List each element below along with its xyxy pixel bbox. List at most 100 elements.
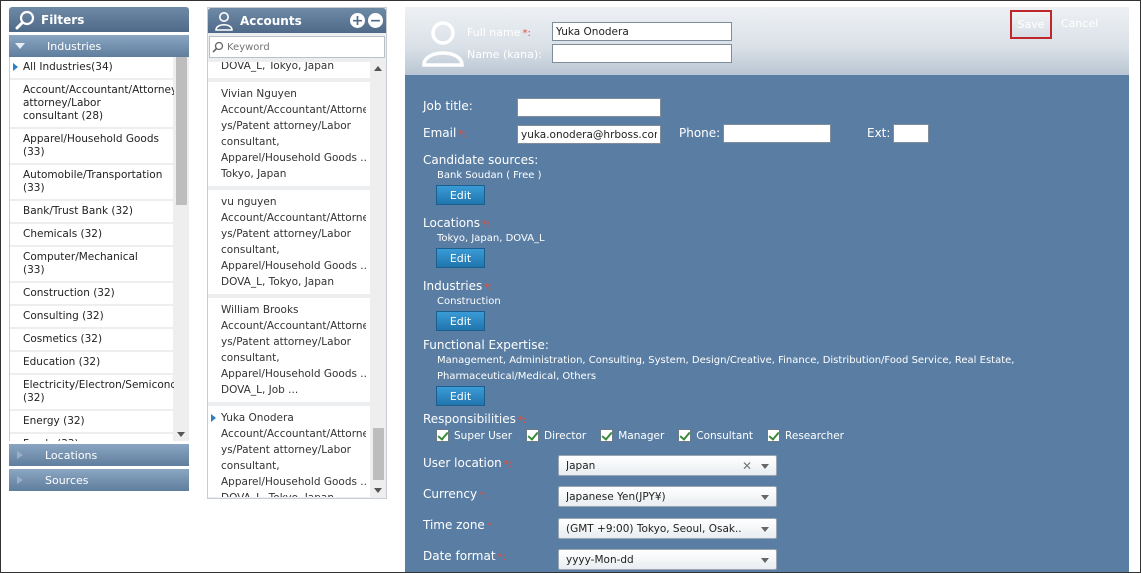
account-detail-line: Apparel/Household Goods ... (221, 152, 366, 164)
industry-item[interactable]: Cosmetics (32) (10, 329, 173, 352)
functional-expertise-value-2: Pharmaceutical/Medical, Others (437, 371, 597, 382)
account-list-item[interactable]: vu nguyen Account/Accountant/Attorne ys/Pa… (208, 190, 370, 294)
user-location-select[interactable]: Japan ✕ (558, 455, 777, 476)
scroll-down-icon[interactable] (374, 488, 382, 493)
save-button[interactable]: Save (1010, 10, 1052, 39)
email-input[interactable] (517, 125, 661, 144)
responsibility-checkbox[interactable]: Researcher (767, 429, 844, 442)
email-label-text: Email (423, 126, 457, 140)
account-detail-line: Account/Accountant/Attorne (221, 212, 366, 224)
industry-item[interactable]: Computer/Mechanical (33) (10, 247, 173, 283)
remove-account-icon[interactable]: − (368, 13, 383, 28)
responsibility-checkbox[interactable]: Director (526, 429, 586, 442)
search-icon (212, 41, 224, 53)
scroll-down-icon[interactable] (177, 432, 185, 437)
user-location-value: Japan (566, 459, 596, 472)
account-scrollbar[interactable] (371, 62, 386, 497)
industry-item[interactable]: Automobile/Transportation (33) (10, 165, 173, 201)
account-detail-line: DOVA_L, Tokyo, Japan (221, 62, 334, 72)
industry-item[interactable]: Construction (32) (10, 283, 173, 306)
checkmark-icon[interactable] (600, 429, 614, 442)
responsibility-checkbox[interactable]: Manager (600, 429, 664, 442)
checkmark-icon[interactable] (678, 429, 692, 442)
account-detail-line: Tokyo, Japan (221, 168, 287, 180)
account-detail-line: DOVA_L, Tokyo, Japan (221, 490, 366, 497)
scroll-thumb[interactable] (176, 57, 187, 205)
edit-functional-expertise-button[interactable]: Edit (436, 386, 485, 406)
chevron-down-icon (761, 527, 769, 532)
job-title-input[interactable] (517, 98, 661, 117)
section-sources[interactable]: Sources (9, 469, 189, 491)
responsibilities-group: Super User Director Manager Consultant Resea… (436, 429, 858, 442)
kana-label: Name (kana): (467, 48, 542, 61)
ext-input[interactable] (893, 124, 929, 143)
checkmark-icon[interactable] (526, 429, 540, 442)
industry-item[interactable]: Electricity/Electron/Semiconductor (32) (10, 375, 189, 411)
industry-list: All Industries(34) Account/Accountant/Att… (9, 57, 189, 441)
account-detail-line: ys/Patent attorney/Labor (221, 120, 351, 132)
accounts-title: Accounts (240, 13, 302, 28)
chevron-down-icon (761, 558, 769, 563)
responsibility-checkbox[interactable]: Consultant (678, 429, 753, 442)
account-detail-line: Account/Accountant/Attorne (221, 320, 366, 332)
industries-value: Construction (437, 296, 501, 307)
account-detail-line: Account/Accountant/Attorne (221, 104, 366, 116)
industry-item[interactable]: Bank/Trust Bank (32) (10, 201, 173, 224)
filters-header: Filters (9, 7, 189, 32)
section-sources-label: Sources (45, 473, 89, 487)
checkmark-icon[interactable] (436, 429, 449, 442)
account-list-item[interactable]: Vivian Nguyen Account/Accountant/Attorne y… (208, 82, 370, 186)
date-format-label-text: Date format (423, 549, 496, 563)
keyword-input[interactable] (227, 41, 377, 53)
filters-panel: Filters Industries All Industries(34) Acc… (9, 7, 189, 502)
responsibility-label: Director (544, 429, 587, 442)
detail-form: Job title: Email*: Phone: Ext: Candidate… (405, 75, 1129, 573)
section-locations[interactable]: Locations (9, 444, 189, 466)
edit-industries-button[interactable]: Edit (436, 311, 485, 331)
section-industries[interactable]: Industries (9, 35, 189, 57)
edit-candidate-sources-button[interactable]: Edit (436, 185, 485, 205)
account-detail-line: consultant, (221, 460, 280, 472)
account-detail-line: Apparel/Household Goods ... (221, 368, 366, 380)
responsibilities-label: Responsibilities *: (423, 412, 527, 426)
industry-item[interactable]: Apparel/Household Goods (33) (10, 129, 173, 165)
account-list-item[interactable]: Yuka Onodera Account/Accountant/Attorne ys… (208, 406, 370, 497)
responsibilities-label-text: Responsibilities (423, 412, 516, 426)
account-name: Vivian Nguyen (221, 88, 297, 100)
responsibility-checkbox[interactable]: Super User (436, 429, 512, 442)
user-location-label: User location *: (423, 456, 513, 470)
checkmark-icon[interactable] (767, 429, 781, 442)
phone-input[interactable] (723, 124, 831, 143)
full-name-input[interactable] (552, 22, 732, 41)
account-list-item[interactable]: William Brooks Account/Accountant/Attorne… (208, 298, 370, 402)
account-list-item[interactable]: DOVA_L, Tokyo, Japan (208, 62, 370, 78)
industry-item[interactable]: Account/Accountant/Attorneys/Patent atto… (10, 80, 189, 129)
responsibility-label: Manager (618, 429, 665, 442)
industry-item[interactable]: Foods (33) (10, 434, 173, 441)
locations-value: Tokyo, Japan, DOVA_L (437, 233, 545, 244)
account-detail-line: consultant, (221, 352, 280, 364)
date-format-label: Date format *: (423, 549, 506, 563)
industry-item[interactable]: Energy (32) (10, 411, 173, 434)
industry-item[interactable]: Education (32) (10, 352, 173, 375)
industry-item[interactable]: All Industries(34) (10, 57, 173, 80)
kana-input[interactable] (552, 44, 732, 63)
industry-scrollbar[interactable] (174, 57, 189, 441)
cancel-button[interactable]: Cancel (1061, 17, 1098, 30)
date-format-select[interactable]: yyyy-Mon-dd (558, 549, 777, 570)
add-account-icon[interactable]: + (350, 13, 365, 28)
account-name: Yuka Onodera (221, 412, 294, 424)
full-name-label-text: Full name (467, 26, 521, 39)
edit-locations-button[interactable]: Edit (436, 248, 485, 268)
time-zone-select[interactable]: (GMT +9:00) Tokyo, Seoul, Osak... (558, 518, 777, 539)
chevron-down-icon (761, 495, 769, 500)
account-detail-line: Apparel/Household Goods ... (221, 260, 366, 272)
clear-icon[interactable]: ✕ (742, 459, 752, 473)
industry-item[interactable]: Consulting (32) (10, 306, 173, 329)
email-label: Email *: (423, 126, 467, 140)
currency-select[interactable]: Japanese Yen(JPY¥) (558, 486, 777, 507)
scroll-thumb[interactable] (373, 428, 384, 480)
scroll-up-icon[interactable] (374, 66, 382, 71)
industry-item[interactable]: Chemicals (32) (10, 224, 173, 247)
accounts-panel: Accounts + − DOVA_L, Tokyo, Japan Vivian … (207, 7, 387, 499)
